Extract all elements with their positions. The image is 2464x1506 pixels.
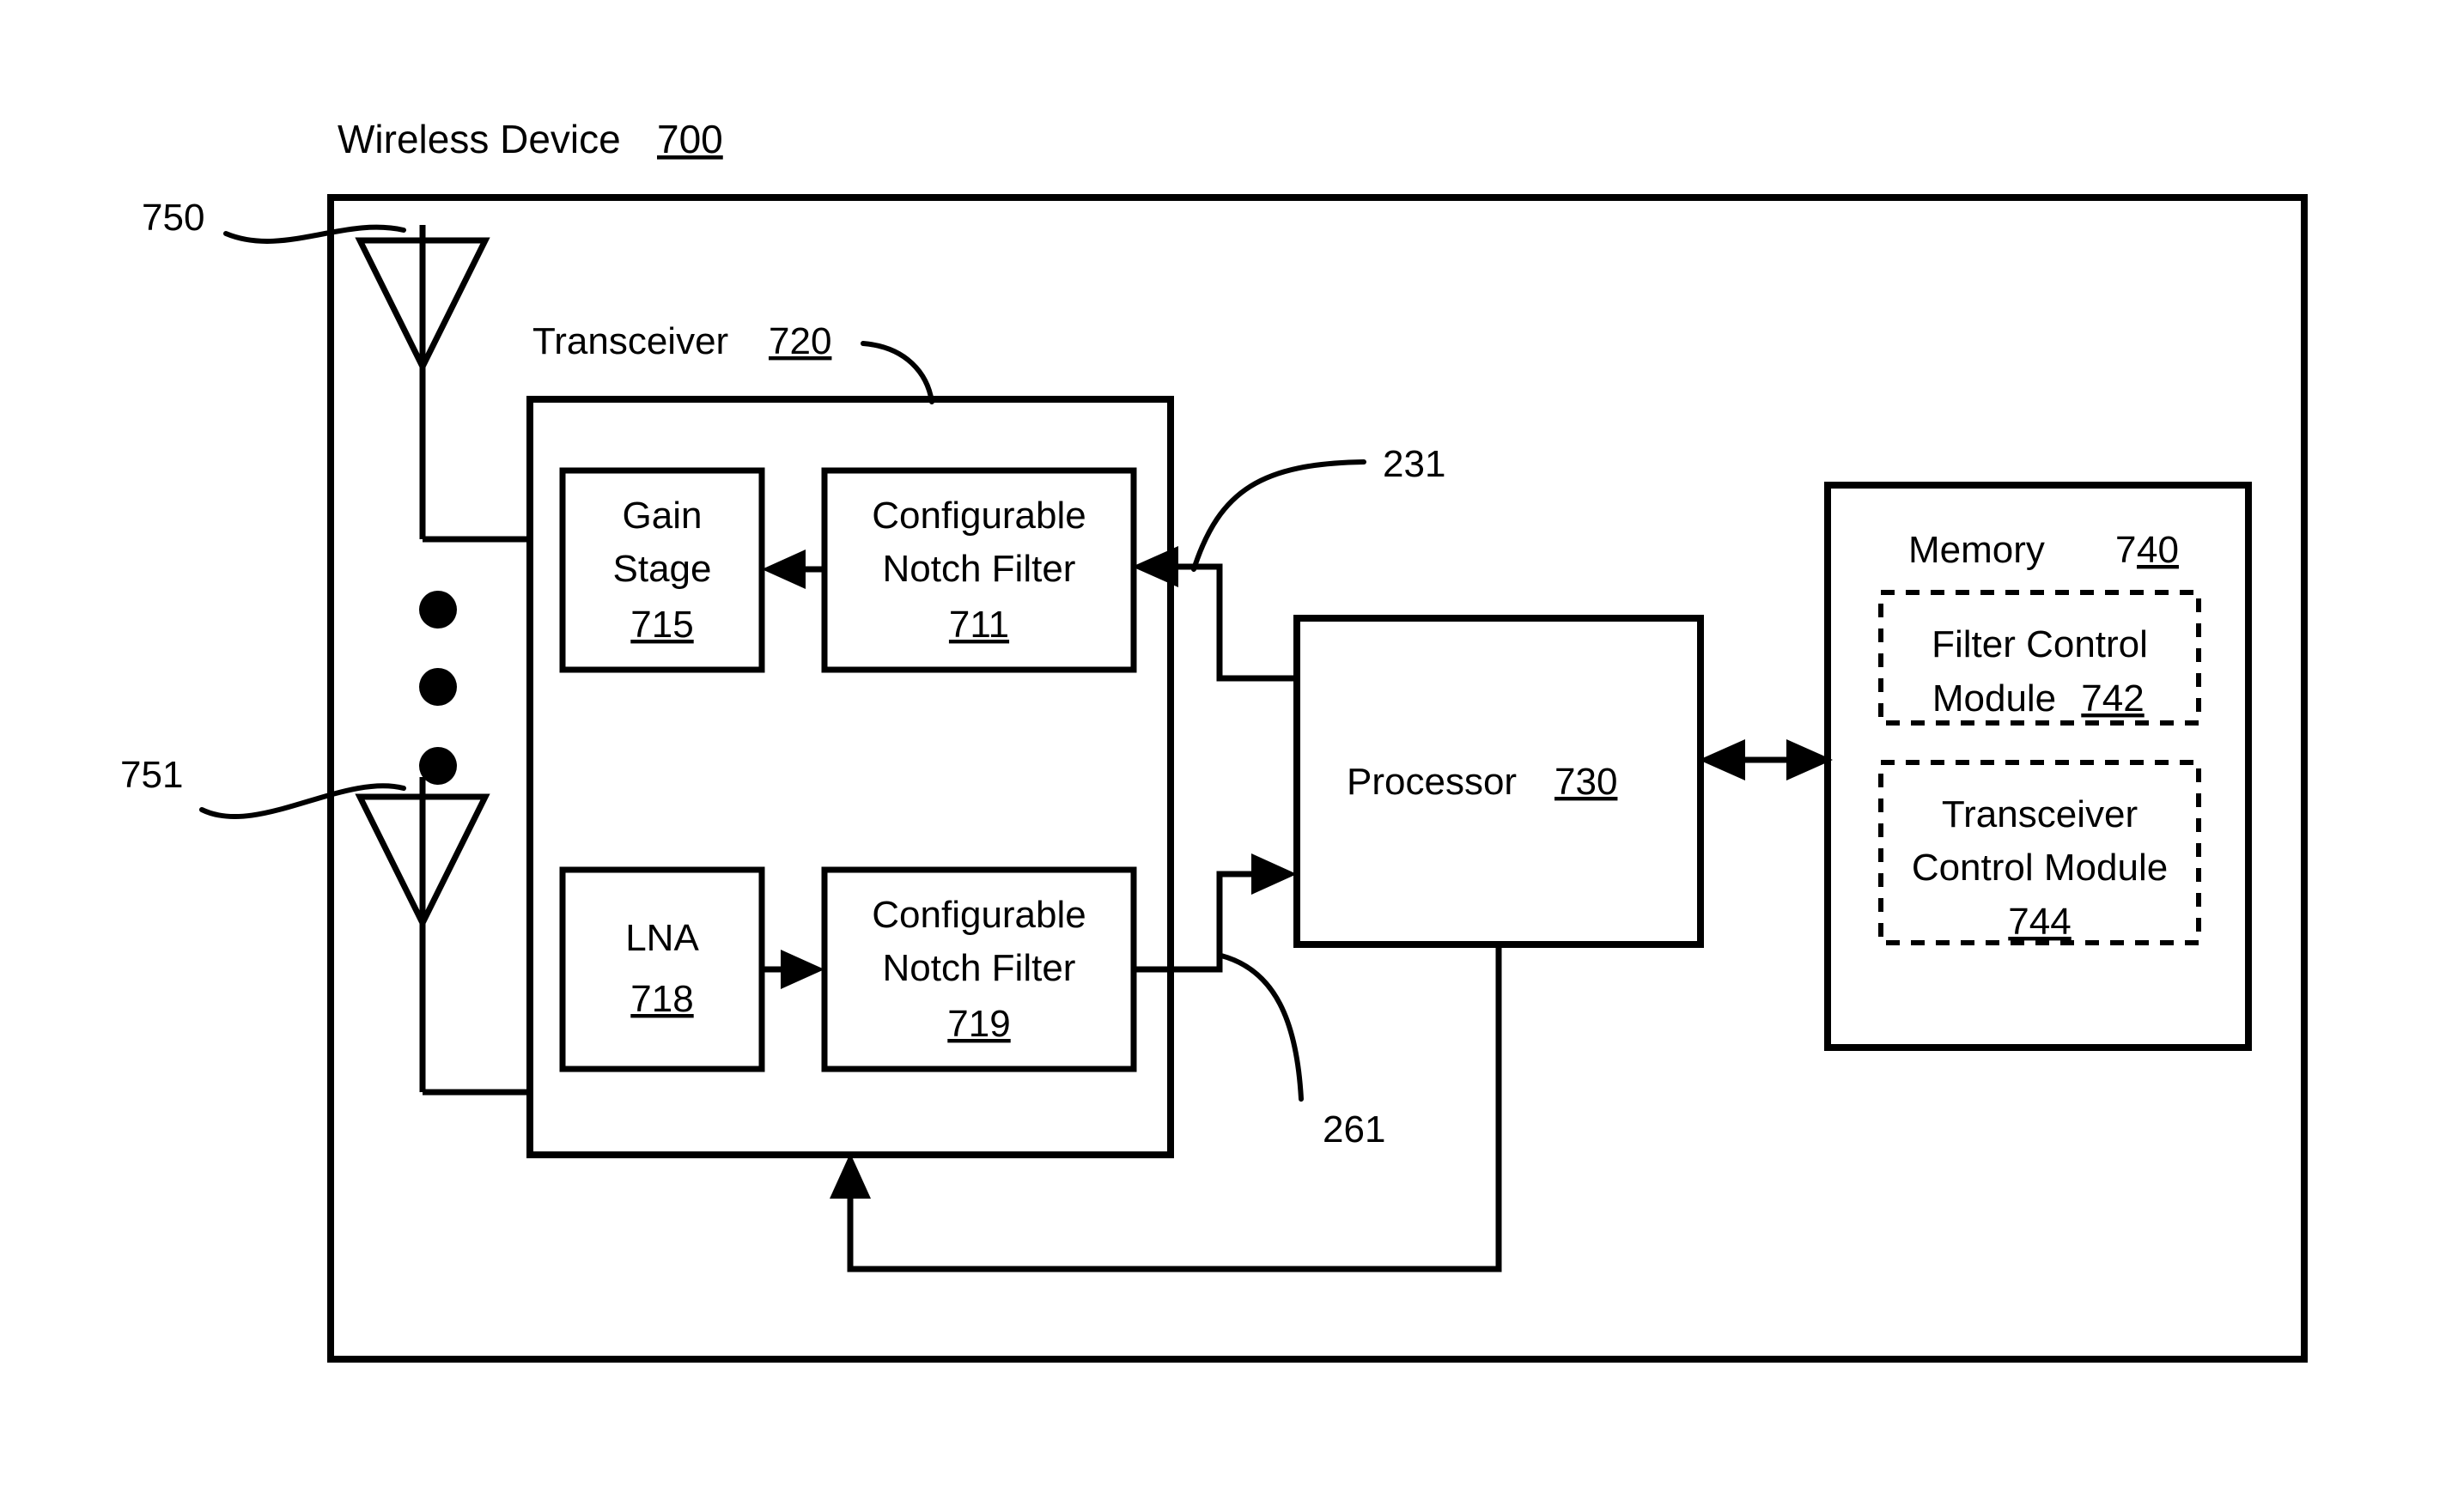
lna-line1: LNA — [625, 917, 699, 959]
transceiver-control-module-line2: Control Module — [1912, 847, 2168, 889]
filter-control-module-line1: Filter Control — [1932, 623, 2148, 665]
lna-box — [559, 866, 765, 1072]
wireless-device-boundary — [327, 194, 2308, 1363]
memory-label-text: Memory — [1908, 529, 2045, 571]
antenna-top-ref-label: 750 — [142, 197, 204, 239]
transceiver-leader — [861, 341, 934, 404]
transceiver-control-module-ref: 744 — [2008, 901, 2071, 943]
filter-control-module-line2-text: Module — [1932, 677, 2056, 720]
signal-path-261-arrowhead — [1251, 853, 1297, 895]
notch-filter-711-line1: Configurable — [872, 495, 1086, 537]
transceiver-control-module-line1: Transceiver — [1942, 793, 2138, 835]
notch-filter-711-ref: 711 — [949, 604, 1009, 646]
memory-label-ref-tail: 40 — [2137, 529, 2179, 571]
antenna-bottom-ref-label: 751 — [120, 754, 183, 796]
antenna-bottom-leader — [199, 783, 406, 820]
processor-label-ref: 730 — [1554, 761, 1617, 803]
signal-path-261-leader — [1219, 953, 1304, 1102]
processor-label-text: Processor — [1347, 761, 1517, 803]
signal-path-231-line — [1161, 563, 1297, 682]
arrow-718-to-719-head — [781, 950, 824, 989]
gain-stage-line2: Stage — [613, 548, 712, 590]
notch-filter-719-line2: Notch Filter — [883, 947, 1076, 989]
notch-filter-719-ref: 719 — [947, 1003, 1010, 1045]
figure-canvas: Wireless Device 700 750 751 Transceiver … — [0, 0, 2464, 1506]
signal-path-261-ref-label: 261 — [1323, 1108, 1385, 1151]
arrow-711-to-715-head — [762, 550, 806, 589]
signal-path-261-line — [1134, 871, 1262, 973]
transceiver-label-ref: 720 — [769, 320, 831, 362]
transceiver-label-text: Transceiver — [532, 320, 728, 362]
ellipsis-dot-2 — [419, 668, 457, 706]
signal-path-231-arrowhead — [1132, 546, 1178, 587]
notch-filter-711-line2: Notch Filter — [883, 548, 1076, 590]
figure-title-ref: 700 — [657, 117, 723, 161]
signal-path-231-ref-label: 231 — [1383, 443, 1445, 485]
gain-stage-line1: Gain — [623, 495, 703, 537]
block-diagram-svg: Wireless Device 700 750 751 Transceiver … — [120, 117, 2308, 1363]
notch-filter-719-line1: Configurable — [872, 894, 1086, 936]
filter-control-module-line2-ref: 742 — [2081, 677, 2144, 720]
feedback-path-arrowhead — [830, 1153, 871, 1199]
gain-stage-ref: 715 — [630, 604, 693, 646]
memory-label-ref-head: 7 — [2115, 529, 2136, 571]
ellipsis-dot-1 — [419, 591, 457, 629]
processor-memory-arrow-left — [1699, 739, 1745, 780]
lna-ref: 718 — [630, 978, 693, 1020]
figure-title-text: Wireless Device — [338, 117, 621, 161]
signal-path-231-leader — [1191, 459, 1366, 572]
